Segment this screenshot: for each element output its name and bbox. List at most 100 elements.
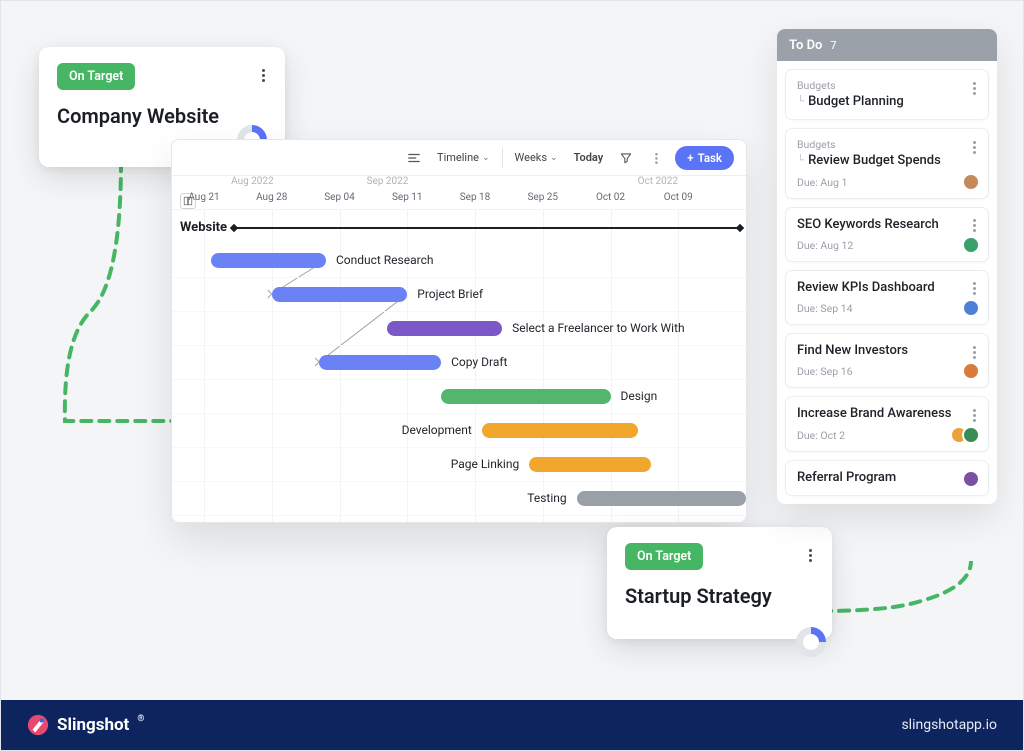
status-card-startup-strategy[interactable]: On Target Startup Strategy <box>607 527 832 639</box>
more-icon[interactable] <box>966 405 982 425</box>
todo-card[interactable]: Review KPIs DashboardDue: Sep 14 <box>785 270 989 325</box>
avatar <box>962 426 980 444</box>
gantt-section-title: Website <box>180 220 227 235</box>
avatar <box>962 236 980 254</box>
todo-title: Review Budget Spends <box>808 153 941 169</box>
avatar <box>962 470 980 488</box>
gantt-bar-label: Design <box>621 389 658 403</box>
todo-card[interactable]: Budgets └Review Budget Spends Due: Aug 1 <box>785 128 989 198</box>
gantt-bar[interactable] <box>272 287 408 302</box>
avatar <box>962 173 980 191</box>
registered-icon: ® <box>137 714 144 724</box>
todo-due: Due: Aug 12 <box>797 239 978 252</box>
hierarchy-icon: └ <box>797 94 804 110</box>
todo-due: Due: Sep 16 <box>797 365 978 378</box>
gantt-bar-label: Page Linking <box>451 457 519 471</box>
collapse-icon[interactable] <box>403 147 425 169</box>
more-icon[interactable] <box>802 545 818 565</box>
gantt-bar[interactable] <box>387 321 502 336</box>
gantt-bar[interactable] <box>482 423 638 438</box>
todo-category: Budgets <box>797 79 978 92</box>
todo-card[interactable]: Referral Program <box>785 460 989 496</box>
avatar <box>962 299 980 317</box>
add-task-label: Task <box>698 151 722 165</box>
gantt-task-row: Development <box>172 414 746 448</box>
avatar-row <box>962 173 980 191</box>
view-select-timeline[interactable]: Timeline⌄ <box>433 149 494 166</box>
gantt-bar[interactable] <box>577 491 746 506</box>
todo-title: Review KPIs Dashboard <box>797 280 935 296</box>
more-icon[interactable] <box>966 137 982 157</box>
scale-select-label: Weeks <box>515 151 548 164</box>
todo-header-label: To Do <box>789 38 822 53</box>
more-icon[interactable] <box>966 216 982 236</box>
more-icon[interactable] <box>966 78 982 98</box>
filter-icon[interactable] <box>615 147 637 169</box>
todo-title: Budget Planning <box>808 94 904 110</box>
gantt-task-row: Page Linking <box>172 448 746 482</box>
gantt-day-label: Aug 28 <box>256 192 287 203</box>
gantt-month-label: Oct 2022 <box>638 176 678 187</box>
more-icon[interactable] <box>966 342 982 362</box>
today-label: Today <box>574 151 604 164</box>
gantt-month-label: Aug 2022 <box>231 176 274 187</box>
gantt-bar[interactable] <box>529 457 651 472</box>
hierarchy-icon: └ <box>797 153 804 169</box>
gantt-day-label: Oct 09 <box>664 192 693 203</box>
view-select-label: Timeline <box>437 151 479 164</box>
gantt-bar-label: Project Brief <box>417 287 483 301</box>
avatar-row <box>962 299 980 317</box>
progress-donut-icon <box>796 627 826 657</box>
todo-category: Budgets <box>797 138 978 151</box>
gantt-day-label: Aug 21 <box>188 192 219 203</box>
plus-icon: + <box>687 151 693 165</box>
today-button[interactable]: Today <box>570 149 608 166</box>
gantt-bar[interactable] <box>211 253 326 268</box>
footer-bar: Slingshot ® slingshotapp.io <box>1 700 1023 750</box>
footer-url: slingshotapp.io <box>901 717 997 733</box>
todo-due: Due: Aug 1 <box>797 176 978 189</box>
todo-card[interactable]: Increase Brand AwarenessDue: Oct 2 <box>785 396 989 451</box>
divider <box>502 148 503 168</box>
todo-title: Increase Brand Awareness <box>797 406 952 422</box>
gantt-section-line <box>234 227 740 229</box>
todo-title: Referral Program <box>797 470 896 486</box>
gantt-task-row: Conduct Research <box>172 244 746 278</box>
todo-list: Budgets└Budget PlanningBudgets└Review Bu… <box>777 61 997 504</box>
gantt-task-row: Select a Freelancer to Work With <box>172 312 746 346</box>
gantt-day-label: Sep 25 <box>527 192 558 203</box>
gantt-bar[interactable] <box>441 389 610 404</box>
gantt-grid[interactable]: Website Conduct Research Project Brief Sele… <box>172 210 746 522</box>
more-icon[interactable] <box>966 279 982 299</box>
avatar-row <box>962 470 980 488</box>
add-task-button[interactable]: + Task <box>675 146 734 170</box>
connector-right <box>821 561 991 651</box>
gantt-task-row: Copy Draft <box>172 346 746 380</box>
gantt-bar-label: Copy Draft <box>451 355 507 369</box>
brand: Slingshot ® <box>27 714 144 736</box>
gantt-day-row: Aug 21Aug 28Sep 04Sep 11Sep 18Sep 25Oct … <box>172 192 746 210</box>
avatar-row <box>962 362 980 380</box>
brand-logo-icon <box>27 714 49 736</box>
gantt-day-label: Oct 02 <box>596 192 625 203</box>
gantt-task-row: Testing <box>172 482 746 516</box>
todo-card[interactable]: Budgets └Budget Planning <box>785 69 989 120</box>
todo-card[interactable]: SEO Keywords ResearchDue: Aug 12 <box>785 207 989 262</box>
todo-header[interactable]: To Do 7 <box>777 29 997 61</box>
status-card-title: Startup Strategy <box>625 584 814 608</box>
gantt-day-label: Sep 11 <box>392 192 423 203</box>
todo-panel: To Do 7 Budgets└Budget PlanningBudgets└R… <box>777 29 997 504</box>
gantt-toolbar: Timeline⌄ Weeks⌄ Today + Task <box>172 140 746 176</box>
gantt-bar[interactable] <box>319 355 441 370</box>
todo-title: Find New Investors <box>797 343 908 359</box>
status-card-title: Company Website <box>57 104 267 128</box>
more-icon[interactable] <box>645 147 667 169</box>
gantt-panel: Timeline⌄ Weeks⌄ Today + Task Aug 2022Se… <box>171 139 747 523</box>
more-icon[interactable] <box>255 65 271 85</box>
status-badge: On Target <box>625 543 703 570</box>
todo-card[interactable]: Find New Investors Due: Sep 16 <box>785 333 989 388</box>
scale-select-weeks[interactable]: Weeks⌄ <box>511 149 562 166</box>
gantt-body: Aug 2022Sep 2022Oct 2022 Aug 21 Aug 28 Sep… <box>172 176 746 522</box>
avatar <box>962 362 980 380</box>
gantt-month-row: Aug 2022Sep 2022Oct 2022 <box>172 176 746 192</box>
